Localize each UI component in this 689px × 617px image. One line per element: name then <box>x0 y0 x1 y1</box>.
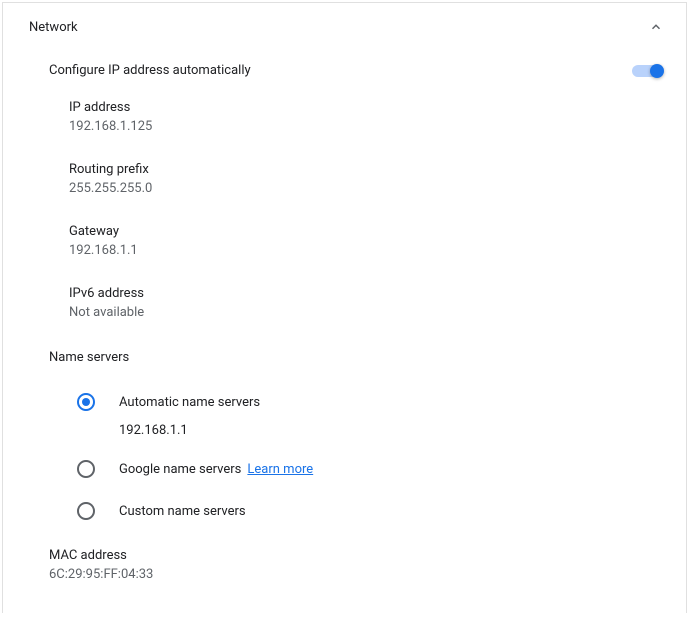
routing-prefix-label: Routing prefix <box>69 162 662 177</box>
name-server-option-google[interactable]: Google name serversLearn more <box>3 450 686 488</box>
mac-address-value: 6C:29:95:FF:04:33 <box>49 567 662 582</box>
network-section-header[interactable]: Network <box>3 3 686 51</box>
mac-address-label: MAC address <box>49 548 662 563</box>
radio-custom-label: Custom name servers <box>119 504 246 519</box>
ipv6-value: Not available <box>69 305 662 320</box>
chevron-up-icon <box>646 17 666 37</box>
radio-google-label: Google name serversLearn more <box>119 462 313 477</box>
radio-dot-icon <box>82 398 90 406</box>
radio-automatic[interactable] <box>77 393 95 411</box>
toggle-thumb <box>650 64 664 78</box>
radio-automatic-label: Automatic name servers <box>119 395 260 410</box>
ipv6-field: IPv6 address Not available <box>3 268 686 330</box>
radio-custom[interactable] <box>77 502 95 520</box>
gateway-value: 192.168.1.1 <box>69 243 662 258</box>
automatic-server-value: 192.168.1.1 <box>3 421 686 450</box>
gateway-field: Gateway 192.168.1.1 <box>3 206 686 268</box>
network-settings-panel: Network Configure IP address automatical… <box>2 2 687 613</box>
auto-ip-toggle[interactable] <box>632 64 662 78</box>
ip-address-value: 192.168.1.125 <box>69 119 662 134</box>
routing-prefix-value: 255.255.255.0 <box>69 181 662 196</box>
mac-address-field: MAC address 6C:29:95:FF:04:33 <box>3 530 686 592</box>
name-servers-header: Name servers <box>3 330 686 375</box>
ip-address-field: IP address 192.168.1.125 <box>3 90 686 144</box>
radio-google[interactable] <box>77 460 95 478</box>
ipv6-label: IPv6 address <box>69 286 662 301</box>
ip-address-label: IP address <box>69 100 662 115</box>
routing-prefix-field: Routing prefix 255.255.255.0 <box>3 144 686 206</box>
name-server-option-custom[interactable]: Custom name servers <box>3 488 686 530</box>
auto-ip-label: Configure IP address automatically <box>49 63 251 78</box>
auto-ip-row: Configure IP address automatically <box>3 51 686 90</box>
network-section-title: Network <box>29 20 78 35</box>
learn-more-link[interactable]: Learn more <box>247 462 313 477</box>
name-server-option-automatic[interactable]: Automatic name servers <box>3 375 686 421</box>
gateway-label: Gateway <box>69 224 662 239</box>
